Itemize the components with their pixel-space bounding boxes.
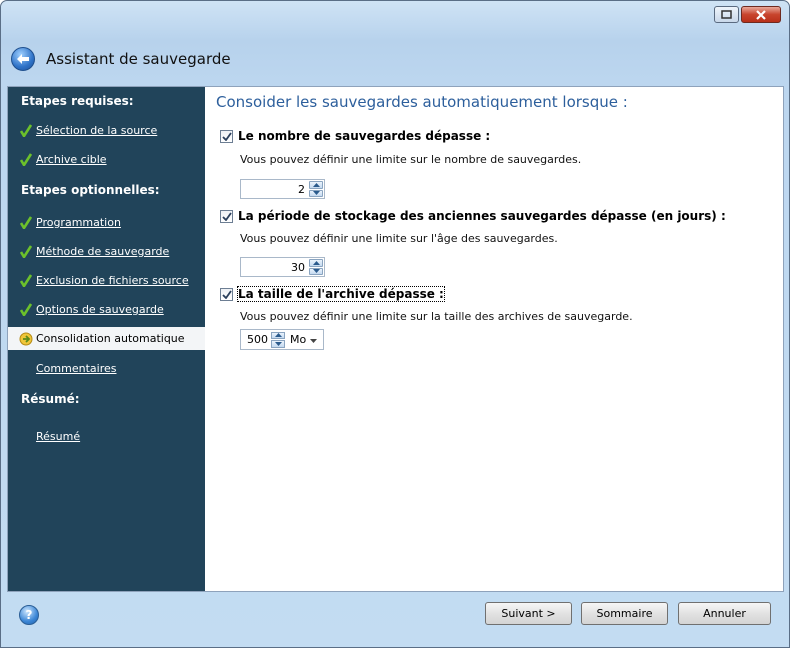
sidebar-item-label[interactable]: Sélection de la source xyxy=(36,124,157,137)
summary-button[interactable]: Sommaire xyxy=(581,602,668,625)
next-button[interactable]: Suivant > xyxy=(485,602,572,625)
sidebar-item-label[interactable]: Exclusion de fichiers source xyxy=(36,274,189,287)
sidebar-item-label[interactable]: Programmation xyxy=(36,216,121,229)
sidebar-item-label[interactable]: Consolidation automatique xyxy=(36,332,185,345)
checkmark-icon xyxy=(16,244,36,258)
summary-heading: Résumé: xyxy=(21,392,80,406)
option-storage-period[interactable]: La période de stockage des anciennes sau… xyxy=(220,209,726,223)
window-title: Assistant de sauvegarde xyxy=(46,50,231,68)
checkmark-icon xyxy=(221,131,232,141)
sidebar-item-label[interactable]: Commentaires xyxy=(36,362,116,375)
current-step-arrow-icon xyxy=(16,332,36,346)
maximize-button[interactable] xyxy=(714,6,739,23)
close-icon xyxy=(756,9,766,20)
sidebar-item-target-archive[interactable]: Archive cible xyxy=(8,148,205,170)
content-frame: Etapes requises: Sélection de la source … xyxy=(7,86,784,592)
sidebar-item-label[interactable]: Archive cible xyxy=(36,153,107,166)
page-title: Consoider les sauvegardes automatiquemen… xyxy=(216,93,628,111)
sidebar-item-source-selection[interactable]: Sélection de la source xyxy=(8,119,205,141)
stepper-up-icon[interactable] xyxy=(271,331,285,339)
checkmark-icon xyxy=(16,273,36,287)
archive-size-label[interactable]: La taille de l'archive dépasse : xyxy=(237,286,445,302)
archive-size-checkbox[interactable] xyxy=(220,287,233,301)
close-button[interactable] xyxy=(741,6,781,23)
backup-count-label[interactable]: Le nombre de sauvegardes dépasse : xyxy=(238,129,490,143)
storage-period-stepper[interactable]: 30 xyxy=(240,257,325,277)
archive-size-description: Vous pouvez définir une limite sur la ta… xyxy=(240,310,633,323)
sidebar-item-scheduling[interactable]: Programmation xyxy=(8,211,205,233)
archive-size-value[interactable]: 500 xyxy=(241,333,271,346)
maximize-icon xyxy=(721,10,732,19)
sidebar-item-label[interactable]: Méthode de sauvegarde xyxy=(36,245,169,258)
window-controls xyxy=(714,6,781,23)
optional-steps-heading: Etapes optionnelles: xyxy=(21,183,160,197)
stepper-down-icon[interactable] xyxy=(309,189,323,197)
sidebar-item-backup-options[interactable]: Options de sauvegarde xyxy=(8,298,205,320)
wizard-window: Assistant de sauvegarde Etapes requises:… xyxy=(0,0,790,648)
backup-count-stepper[interactable]: 2 xyxy=(240,179,325,199)
backup-count-value[interactable]: 2 xyxy=(241,183,309,196)
storage-period-value[interactable]: 30 xyxy=(241,261,309,274)
sidebar-item-auto-consolidation[interactable]: Consolidation automatique xyxy=(8,327,205,350)
stepper-up-icon[interactable] xyxy=(309,259,323,267)
option-backup-count[interactable]: Le nombre de sauvegardes dépasse : xyxy=(220,129,490,143)
chevron-down-icon[interactable] xyxy=(310,333,318,346)
arrow-left-icon xyxy=(17,54,29,64)
main-panel: Consoider les sauvegardes automatiquemen… xyxy=(206,87,783,591)
backup-count-checkbox[interactable] xyxy=(220,129,233,143)
cancel-button[interactable]: Annuler xyxy=(678,602,771,625)
wizard-header: Assistant de sauvegarde xyxy=(11,47,231,71)
back-button[interactable] xyxy=(11,47,35,71)
option-archive-size[interactable]: La taille de l'archive dépasse : xyxy=(220,286,445,302)
storage-period-description: Vous pouvez définir une limite sur l'âge… xyxy=(240,232,558,245)
sidebar-item-comments[interactable]: Commentaires xyxy=(8,357,205,379)
checkmark-icon xyxy=(16,302,36,316)
backup-count-description: Vous pouvez définir une limite sur le no… xyxy=(240,153,582,166)
stepper-up-icon[interactable] xyxy=(309,181,323,189)
help-icon[interactable]: ? xyxy=(19,605,39,625)
sidebar-item-backup-method[interactable]: Méthode de sauvegarde xyxy=(8,240,205,262)
stepper-down-icon[interactable] xyxy=(271,340,285,348)
checkmark-icon xyxy=(16,152,36,166)
storage-period-label[interactable]: La période de stockage des anciennes sau… xyxy=(238,209,726,223)
stepper-down-icon[interactable] xyxy=(309,267,323,275)
required-steps-heading: Etapes requises: xyxy=(21,94,134,108)
checkmark-icon xyxy=(16,123,36,137)
checkmark-icon xyxy=(221,289,232,299)
sidebar-item-label[interactable]: Options de sauvegarde xyxy=(36,303,164,316)
archive-size-control[interactable]: 500 Mo xyxy=(240,329,325,350)
checkmark-icon xyxy=(16,215,36,229)
storage-period-checkbox[interactable] xyxy=(220,209,233,223)
checkmark-icon xyxy=(221,211,232,221)
sidebar: Etapes requises: Sélection de la source … xyxy=(8,87,205,591)
sidebar-item-source-exclusion[interactable]: Exclusion de fichiers source xyxy=(8,269,205,291)
archive-size-unit-select[interactable]: Mo xyxy=(290,333,306,346)
sidebar-item-label[interactable]: Résumé xyxy=(36,430,80,443)
sidebar-item-summary[interactable]: Résumé xyxy=(8,425,205,447)
